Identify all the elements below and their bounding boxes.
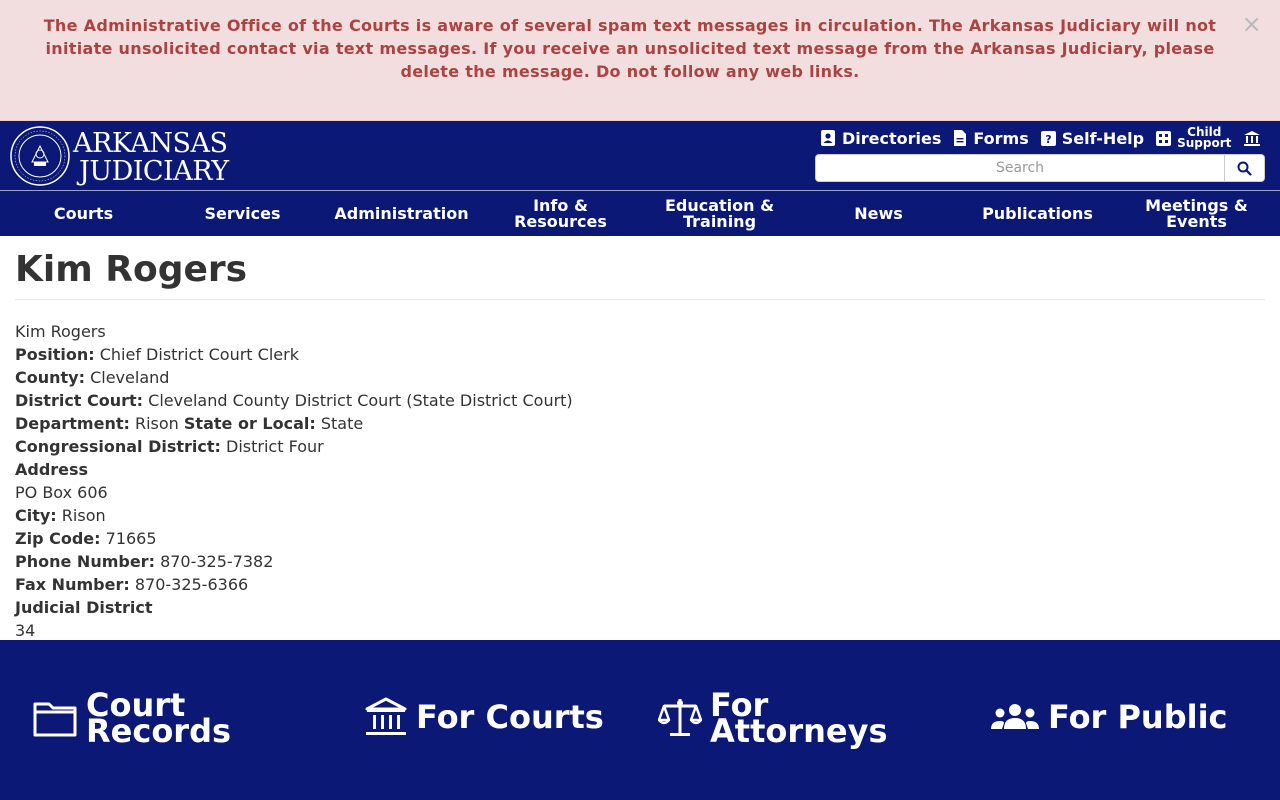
- phone-value[interactable]: 870-325-7382: [160, 552, 273, 571]
- congressional-value: District Four: [226, 437, 324, 456]
- congressional-row: Congressional District: District Four: [15, 435, 1265, 458]
- search-button[interactable]: [1225, 154, 1265, 182]
- city-row: City: Rison: [15, 504, 1265, 527]
- nav-education-training[interactable]: Education & Training: [640, 191, 799, 236]
- zip-row: Zip Code: 71665: [15, 527, 1265, 550]
- people-group-icon: [991, 704, 1039, 729]
- quick-links-footer: Court Records For Courts For Attorneys F…: [0, 640, 1280, 800]
- document-icon: [954, 130, 967, 146]
- contact-details: Kim Rogers Position: Chief District Cour…: [15, 320, 1265, 642]
- address-label: Address: [15, 460, 89, 479]
- search-icon: [1237, 161, 1252, 176]
- county-value: Cleveland: [90, 368, 170, 387]
- main-content: Kim Rogers Kim Rogers Position: Chief Di…: [15, 236, 1265, 642]
- alert-banner: The Administrative Office of the Courts …: [0, 0, 1280, 121]
- page-title: Kim Rogers: [15, 249, 248, 290]
- alert-close-button[interactable]: ×: [1242, 12, 1262, 36]
- position-label: Position:: [15, 345, 95, 364]
- district-court-label: District Court:: [15, 391, 144, 410]
- phone-label: Phone Number:: [15, 552, 155, 571]
- utility-links: Directories Forms ? Self-Help Child Supp…: [820, 125, 1279, 151]
- contact-card-icon: [821, 130, 835, 146]
- directories-link[interactable]: Directories: [820, 129, 941, 148]
- nav-info-resources[interactable]: Info & Resources: [481, 191, 640, 236]
- judicial-label: Judicial District: [15, 598, 153, 617]
- main-nav: Courts Services Administration Info & Re…: [4, 191, 1276, 236]
- judicial-value: 34: [15, 621, 36, 640]
- for-courts-link[interactable]: For Courts: [364, 696, 604, 738]
- position-row: Position: Chief District Court Clerk: [15, 343, 1265, 366]
- phone-row: Phone Number: 870-325-7382: [15, 550, 1265, 573]
- for-public-link[interactable]: For Public: [990, 701, 1228, 733]
- position-value: Chief District Court Clerk: [99, 345, 299, 364]
- district-court-value: Cleveland County District Court (State D…: [148, 391, 573, 410]
- contact-name: Kim Rogers: [15, 322, 106, 341]
- fax-label: Fax Number:: [15, 575, 130, 594]
- state-local-value: State: [320, 414, 364, 433]
- folder-icon: [33, 702, 77, 737]
- city-label: City:: [15, 506, 57, 525]
- site-header: ARKANSAS JUDICIARY Directories Forms ? S…: [0, 121, 1280, 236]
- zip-value: 71665: [105, 529, 157, 548]
- courthouse-icon: [1244, 131, 1261, 146]
- address-value: PO Box 606: [15, 483, 108, 502]
- scales-icon: [658, 699, 702, 736]
- fax-value: 870-325-6366: [134, 575, 249, 594]
- courthouse-icon: [365, 697, 407, 735]
- for-attorneys-link[interactable]: For Attorneys: [658, 689, 888, 747]
- city-value: Rison: [61, 506, 106, 525]
- nav-services[interactable]: Services: [163, 191, 322, 236]
- forms-link[interactable]: Forms: [953, 129, 1029, 148]
- fax-row: Fax Number: 870-325-6366: [15, 573, 1265, 596]
- alert-message: The Administrative Office of the Courts …: [43, 16, 1217, 81]
- calculator-icon: [1156, 130, 1172, 146]
- logo-line-2: JUDICIARY: [79, 156, 229, 187]
- nav-meetings-events[interactable]: Meetings & Events: [1117, 191, 1276, 236]
- svg-text:?: ?: [1045, 133, 1051, 146]
- child-support-link[interactable]: Child Support: [1156, 126, 1231, 149]
- supreme-court-seal-icon: [10, 126, 70, 186]
- judicial-row: Judicial District: [15, 596, 1265, 619]
- site-logo[interactable]: ARKANSAS JUDICIARY: [10, 126, 240, 186]
- county-row: County: Cleveland: [15, 366, 1265, 389]
- logo-line-1: ARKANSAS: [73, 128, 228, 159]
- zip-label: Zip Code:: [15, 529, 101, 548]
- county-label: County:: [15, 368, 85, 387]
- nav-administration[interactable]: Administration: [322, 191, 481, 236]
- district-court-row: District Court: Cleveland County Distric…: [15, 389, 1265, 412]
- search-bar: [815, 154, 1265, 182]
- courthouse-link[interactable]: [1243, 130, 1267, 146]
- nav-publications[interactable]: Publications: [958, 191, 1117, 236]
- department-value: Rison: [134, 414, 179, 433]
- department-row: Department: Rison State or Local: State: [15, 412, 1265, 435]
- title-divider: [15, 299, 1265, 300]
- question-icon: ?: [1040, 130, 1056, 146]
- nav-courts[interactable]: Courts: [4, 191, 163, 236]
- congressional-label: Congressional District:: [15, 437, 221, 456]
- court-records-link[interactable]: Court Records: [32, 689, 231, 747]
- nav-news[interactable]: News: [799, 191, 958, 236]
- state-local-label: State or Local:: [183, 414, 316, 433]
- department-label: Department:: [15, 414, 130, 433]
- self-help-link[interactable]: ? Self-Help: [1040, 129, 1144, 148]
- search-input[interactable]: [815, 154, 1225, 182]
- address-row: Address: [15, 458, 1265, 481]
